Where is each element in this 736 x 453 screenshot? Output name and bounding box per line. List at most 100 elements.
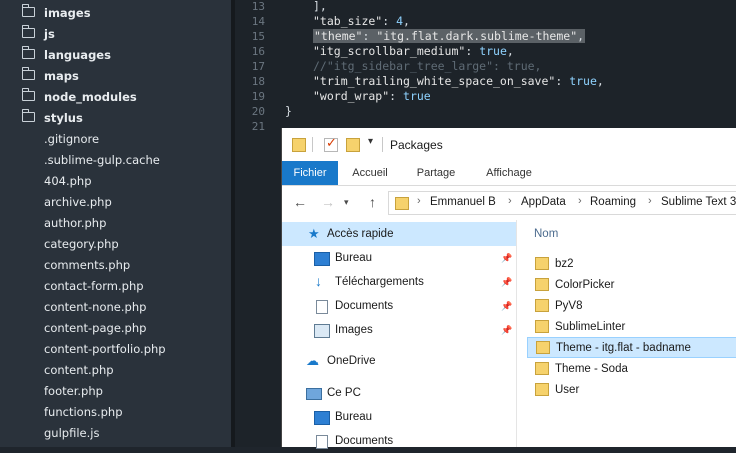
- sidebar-file[interactable]: archive.php: [0, 191, 231, 212]
- window-title: Packages: [390, 138, 443, 152]
- sidebar-file[interactable]: comments.php: [0, 254, 231, 275]
- address-input[interactable]: › Emmanuel B › AppData › Roaming › Subli…: [388, 191, 736, 215]
- folder-icon: [535, 257, 549, 270]
- nav-item-bureau[interactable]: Bureau 📌: [282, 246, 516, 270]
- file-explorer-window[interactable]: ▾ Packages Fichier Accueil Partage Affic…: [282, 128, 736, 449]
- sidebar-folder-images[interactable]: images: [0, 2, 231, 23]
- folder-icon: [536, 341, 550, 354]
- folder-row[interactable]: PyV8: [527, 295, 736, 316]
- up-arrow-icon[interactable]: ↑: [369, 194, 376, 210]
- folder-icon: [21, 25, 35, 38]
- tab-affichage[interactable]: Affichage: [476, 161, 542, 185]
- sidebar-file[interactable]: contact-form.php: [0, 275, 231, 296]
- sidebar-folder-stylus[interactable]: stylus: [0, 107, 231, 128]
- nav-item-documents-pc[interactable]: Documents: [282, 429, 516, 453]
- pin-icon[interactable]: 📌: [501, 253, 512, 264]
- customize-toolbar-icon[interactable]: ▾: [368, 136, 373, 147]
- sidebar-folder-languages[interactable]: languages: [0, 44, 231, 65]
- folder-icon: [535, 278, 549, 291]
- folder-icon: [21, 109, 35, 122]
- code-line-highlighted: "theme": "itg.flat.dark.sublime-theme",: [313, 29, 586, 43]
- sidebar-file[interactable]: .sublime-gulp.cache: [0, 149, 231, 170]
- sidebar-folder-maps[interactable]: maps: [0, 65, 231, 86]
- sidebar-file[interactable]: author.php: [0, 212, 231, 233]
- sidebar-file[interactable]: content.php: [0, 359, 231, 380]
- line-number: 15: [251, 30, 265, 43]
- download-icon: ↓: [315, 273, 322, 289]
- breadcrumb-separator[interactable]: ›: [417, 195, 421, 207]
- folder-row[interactable]: User: [527, 379, 736, 400]
- nav-item-onedrive[interactable]: ☁ OneDrive: [282, 349, 516, 373]
- nav-item-images[interactable]: Images 📌: [282, 318, 516, 342]
- document-icon: [316, 300, 328, 314]
- sidebar-file[interactable]: content-portfolio.php: [0, 338, 231, 359]
- breadcrumb-separator[interactable]: ›: [648, 195, 652, 207]
- sidebar-file[interactable]: footer.php: [0, 380, 231, 401]
- folder-icon: [292, 138, 306, 152]
- folder-row[interactable]: ColorPicker: [527, 274, 736, 295]
- folder-icon: [21, 4, 35, 17]
- pin-icon[interactable]: 📌: [501, 301, 512, 312]
- nav-item-quick-access[interactable]: ★ Accès rapide: [282, 222, 516, 246]
- sidebar-file[interactable]: content-none.php: [0, 296, 231, 317]
- toolbar-separator: [312, 137, 313, 152]
- folder-icon: [535, 320, 549, 333]
- line-number: 19: [251, 90, 265, 103]
- tab-fichier[interactable]: Fichier: [282, 161, 338, 185]
- tab-accueil[interactable]: Accueil: [342, 161, 398, 185]
- breadcrumb-item[interactable]: AppData: [521, 196, 566, 208]
- breadcrumb-item[interactable]: Emmanuel B: [430, 196, 496, 208]
- line-number: 16: [251, 45, 265, 58]
- pictures-icon: [314, 324, 330, 338]
- address-bar-row: ← → ▾ ↑ › Emmanuel B › AppData › Roaming…: [282, 186, 736, 220]
- sidebar-file[interactable]: category.php: [0, 233, 231, 254]
- folder-row[interactable]: Theme - Soda: [527, 358, 736, 379]
- folder-row[interactable]: bz2: [527, 253, 736, 274]
- star-icon: ★: [308, 226, 320, 241]
- folder-icon: [535, 299, 549, 312]
- computer-icon: [306, 388, 322, 400]
- navigation-pane: ★ Accès rapide Bureau 📌 ↓ Téléchargement…: [282, 220, 517, 449]
- nav-item-documents[interactable]: Documents 📌: [282, 294, 516, 318]
- breadcrumb-separator[interactable]: ›: [508, 195, 512, 207]
- folder-icon: [21, 46, 35, 59]
- cloud-icon: ☁: [306, 353, 319, 368]
- nav-item-telechargements[interactable]: ↓ Téléchargements 📌: [282, 270, 516, 294]
- code-line: ],: [313, 0, 327, 13]
- breadcrumb-separator[interactable]: ›: [578, 195, 582, 207]
- sidebar-file[interactable]: content-page.php: [0, 317, 231, 338]
- new-folder-icon[interactable]: [346, 138, 360, 152]
- sidebar-folder-js[interactable]: js: [0, 23, 231, 44]
- pin-icon[interactable]: 📌: [501, 325, 512, 336]
- forward-arrow-icon[interactable]: →: [321, 194, 335, 210]
- line-number: 21: [251, 120, 265, 133]
- sidebar-file[interactable]: .gitignore: [0, 128, 231, 149]
- ribbon: Fichier Accueil Partage Affichage: [282, 161, 736, 186]
- sidebar-file[interactable]: gulpfile.js: [0, 422, 231, 443]
- recent-locations-icon[interactable]: ▾: [344, 197, 349, 208]
- desktop-icon: [314, 252, 330, 266]
- nav-item-ce-pc[interactable]: Ce PC: [282, 381, 516, 405]
- nav-item-bureau-pc[interactable]: Bureau: [282, 405, 516, 429]
- back-arrow-icon[interactable]: ←: [293, 194, 307, 210]
- breadcrumb-item[interactable]: Roaming: [590, 196, 636, 208]
- tab-partage[interactable]: Partage: [406, 161, 466, 185]
- sidebar-file[interactable]: 404.php: [0, 170, 231, 191]
- desktop-icon: [314, 411, 330, 425]
- pin-icon[interactable]: 📌: [501, 277, 512, 288]
- breadcrumb-item[interactable]: Sublime Text 3: [661, 196, 736, 208]
- folder-row[interactable]: SublimeLinter: [527, 316, 736, 337]
- properties-icon[interactable]: [324, 135, 338, 152]
- sidebar-file[interactable]: functions.php: [0, 401, 231, 422]
- folder-icon: [21, 67, 35, 80]
- sidebar-folder-node-modules[interactable]: node_modules: [0, 86, 231, 107]
- title-bar[interactable]: ▾ Packages: [282, 128, 736, 161]
- code-line: "trim_trailing_white_space_on_save": tru…: [313, 74, 604, 88]
- line-number: 20: [251, 105, 265, 118]
- column-header-name[interactable]: Nom: [534, 228, 558, 240]
- code-line: }: [285, 104, 292, 118]
- sidebar: images js languages maps node_modules st…: [0, 0, 231, 447]
- file-list[interactable]: Nom bz2 ColorPicker PyV8 SublimeLinter T…: [517, 220, 736, 447]
- folder-row-selected[interactable]: Theme - itg.flat - badname: [527, 337, 736, 358]
- code-line: "word_wrap": true: [313, 89, 431, 103]
